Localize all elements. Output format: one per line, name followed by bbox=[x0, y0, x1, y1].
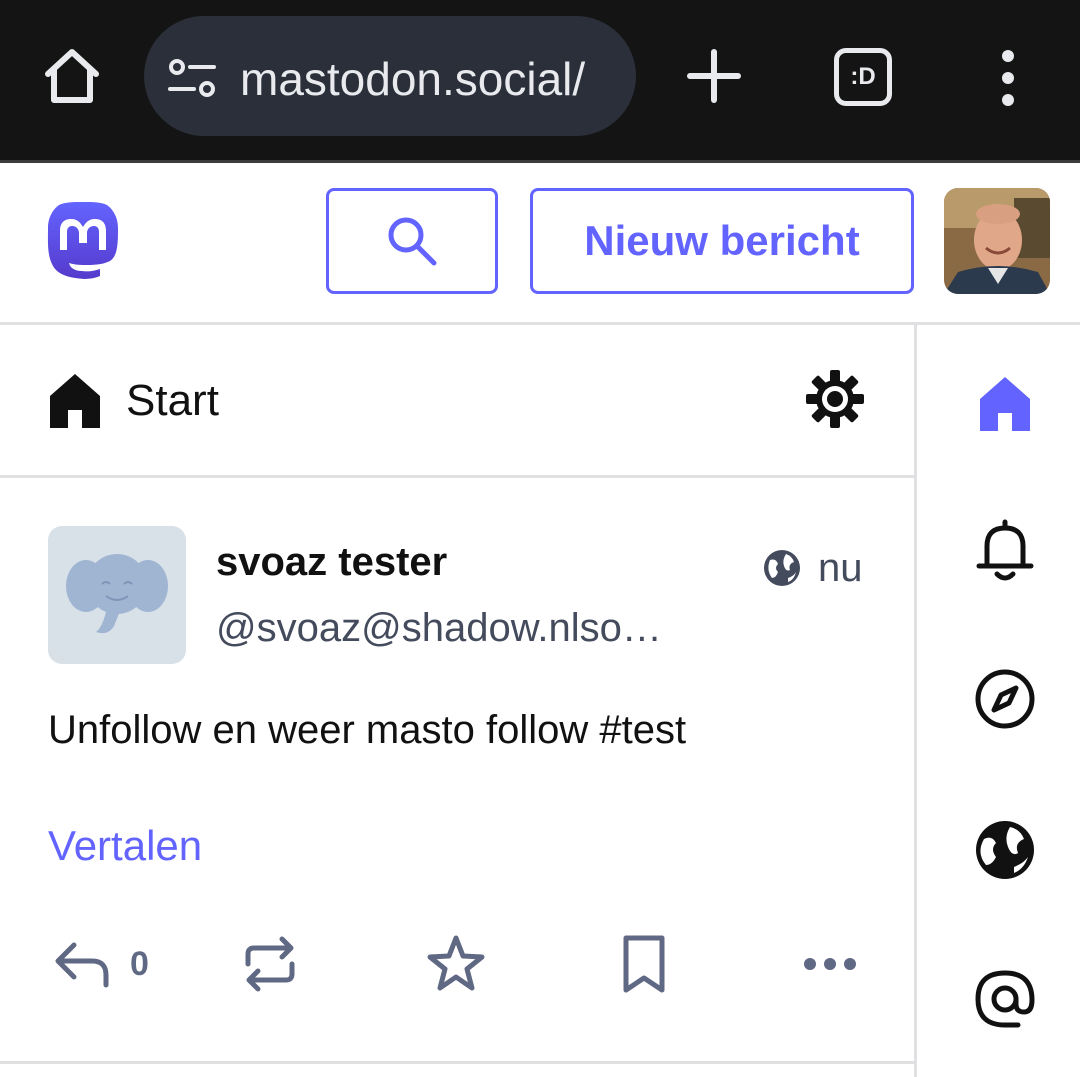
status-timestamp[interactable]: nu bbox=[818, 546, 863, 591]
address-bar[interactable]: mastodon.social/ bbox=[144, 16, 636, 136]
gear-icon[interactable] bbox=[804, 368, 866, 430]
nav-notifications[interactable] bbox=[970, 516, 1040, 586]
more-options-button[interactable] bbox=[800, 932, 864, 996]
home-icon bbox=[980, 377, 1030, 431]
nav-mentions[interactable] bbox=[970, 964, 1040, 1034]
column-header-divider bbox=[0, 475, 914, 478]
status-divider bbox=[0, 1061, 914, 1064]
mastodon-logo-icon[interactable] bbox=[46, 202, 120, 280]
boost-button[interactable] bbox=[240, 932, 304, 996]
bookmark-button[interactable] bbox=[614, 932, 678, 996]
status-content: Unfollow en weer masto follow #test bbox=[48, 708, 687, 752]
column-title[interactable]: Start bbox=[126, 376, 219, 426]
globe-icon bbox=[976, 821, 1034, 879]
status-account-handle[interactable]: @svoaz@shadow.nlso… bbox=[216, 606, 662, 651]
column-divider bbox=[914, 322, 917, 1077]
search-icon bbox=[388, 217, 437, 266]
reply-count: 0 bbox=[130, 944, 149, 983]
nav-home[interactable] bbox=[970, 368, 1040, 438]
status-display-name[interactable]: svoaz tester bbox=[216, 540, 447, 585]
more-horizontal-icon bbox=[804, 958, 856, 970]
compass-icon bbox=[975, 669, 1035, 729]
globe-icon bbox=[762, 548, 802, 588]
reply-button[interactable]: 0 bbox=[52, 932, 162, 996]
header-divider bbox=[0, 322, 1080, 325]
compose-button[interactable]: Nieuw bericht bbox=[530, 188, 914, 294]
search-button[interactable] bbox=[326, 188, 498, 294]
browser-menu-icon[interactable] bbox=[990, 48, 1026, 108]
home-icon bbox=[48, 372, 102, 428]
url-text: mastodon.social/ bbox=[240, 53, 586, 105]
nav-explore[interactable] bbox=[970, 664, 1040, 734]
browser-toolbar: mastodon.social/ :D bbox=[0, 0, 1080, 160]
bookmark-icon bbox=[623, 935, 665, 993]
user-avatar[interactable] bbox=[944, 188, 1050, 294]
at-icon bbox=[975, 970, 1035, 1028]
favourite-button[interactable] bbox=[426, 932, 490, 996]
star-icon bbox=[427, 935, 485, 991]
browser-home-icon[interactable] bbox=[40, 44, 104, 108]
status-avatar[interactable] bbox=[48, 526, 186, 664]
translate-link[interactable]: Vertalen bbox=[48, 822, 202, 870]
new-tab-icon[interactable] bbox=[684, 46, 744, 106]
site-settings-icon[interactable] bbox=[168, 58, 216, 98]
reply-icon bbox=[55, 942, 109, 988]
toolbar-divider bbox=[0, 160, 1080, 163]
boost-icon bbox=[245, 936, 295, 992]
bell-icon bbox=[976, 519, 1034, 581]
tab-switcher-button[interactable]: :D bbox=[834, 48, 892, 106]
nav-live-feeds[interactable] bbox=[970, 815, 1040, 885]
